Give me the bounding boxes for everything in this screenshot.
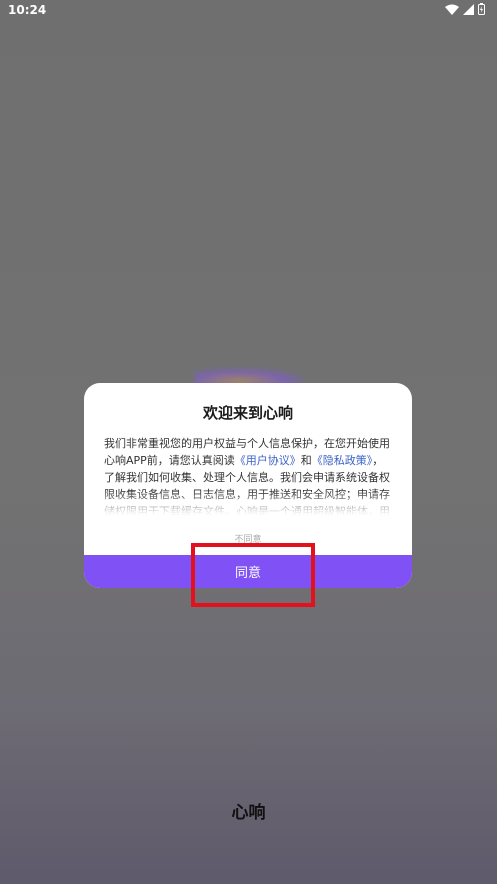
- wifi-icon: [445, 4, 459, 15]
- status-time: 10:24: [8, 3, 47, 17]
- status-bar: 10:24: [0, 0, 497, 22]
- user-agreement-link[interactable]: 《用户协议》: [235, 454, 301, 467]
- dialog-title: 欢迎来到心响: [202, 404, 293, 422]
- status-icons: [445, 3, 485, 15]
- privacy-policy-link[interactable]: 《隐私政策》: [312, 454, 373, 467]
- signal-icon: [463, 3, 474, 15]
- app-name: 心响: [231, 803, 266, 823]
- and-text: 和: [300, 454, 312, 467]
- battery-icon: [478, 3, 485, 15]
- highlight-box: [191, 543, 315, 607]
- text-fade-overlay: [84, 491, 412, 523]
